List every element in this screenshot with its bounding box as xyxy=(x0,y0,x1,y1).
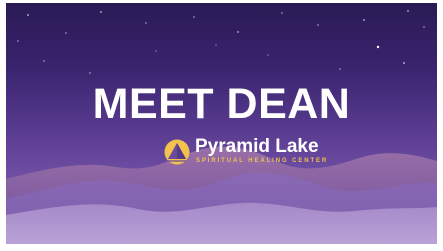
video-frame: MEET DEAN Pyramid Lake SPIRITUAL HEALING… xyxy=(6,3,437,244)
stars xyxy=(17,10,425,74)
logo-name: Pyramid Lake xyxy=(195,136,319,157)
pyramid-sun-logo-icon xyxy=(164,139,190,165)
slide-title: MEET DEAN xyxy=(92,80,351,128)
logo-tagline: SPIRITUAL HEALING CENTER xyxy=(196,158,329,164)
